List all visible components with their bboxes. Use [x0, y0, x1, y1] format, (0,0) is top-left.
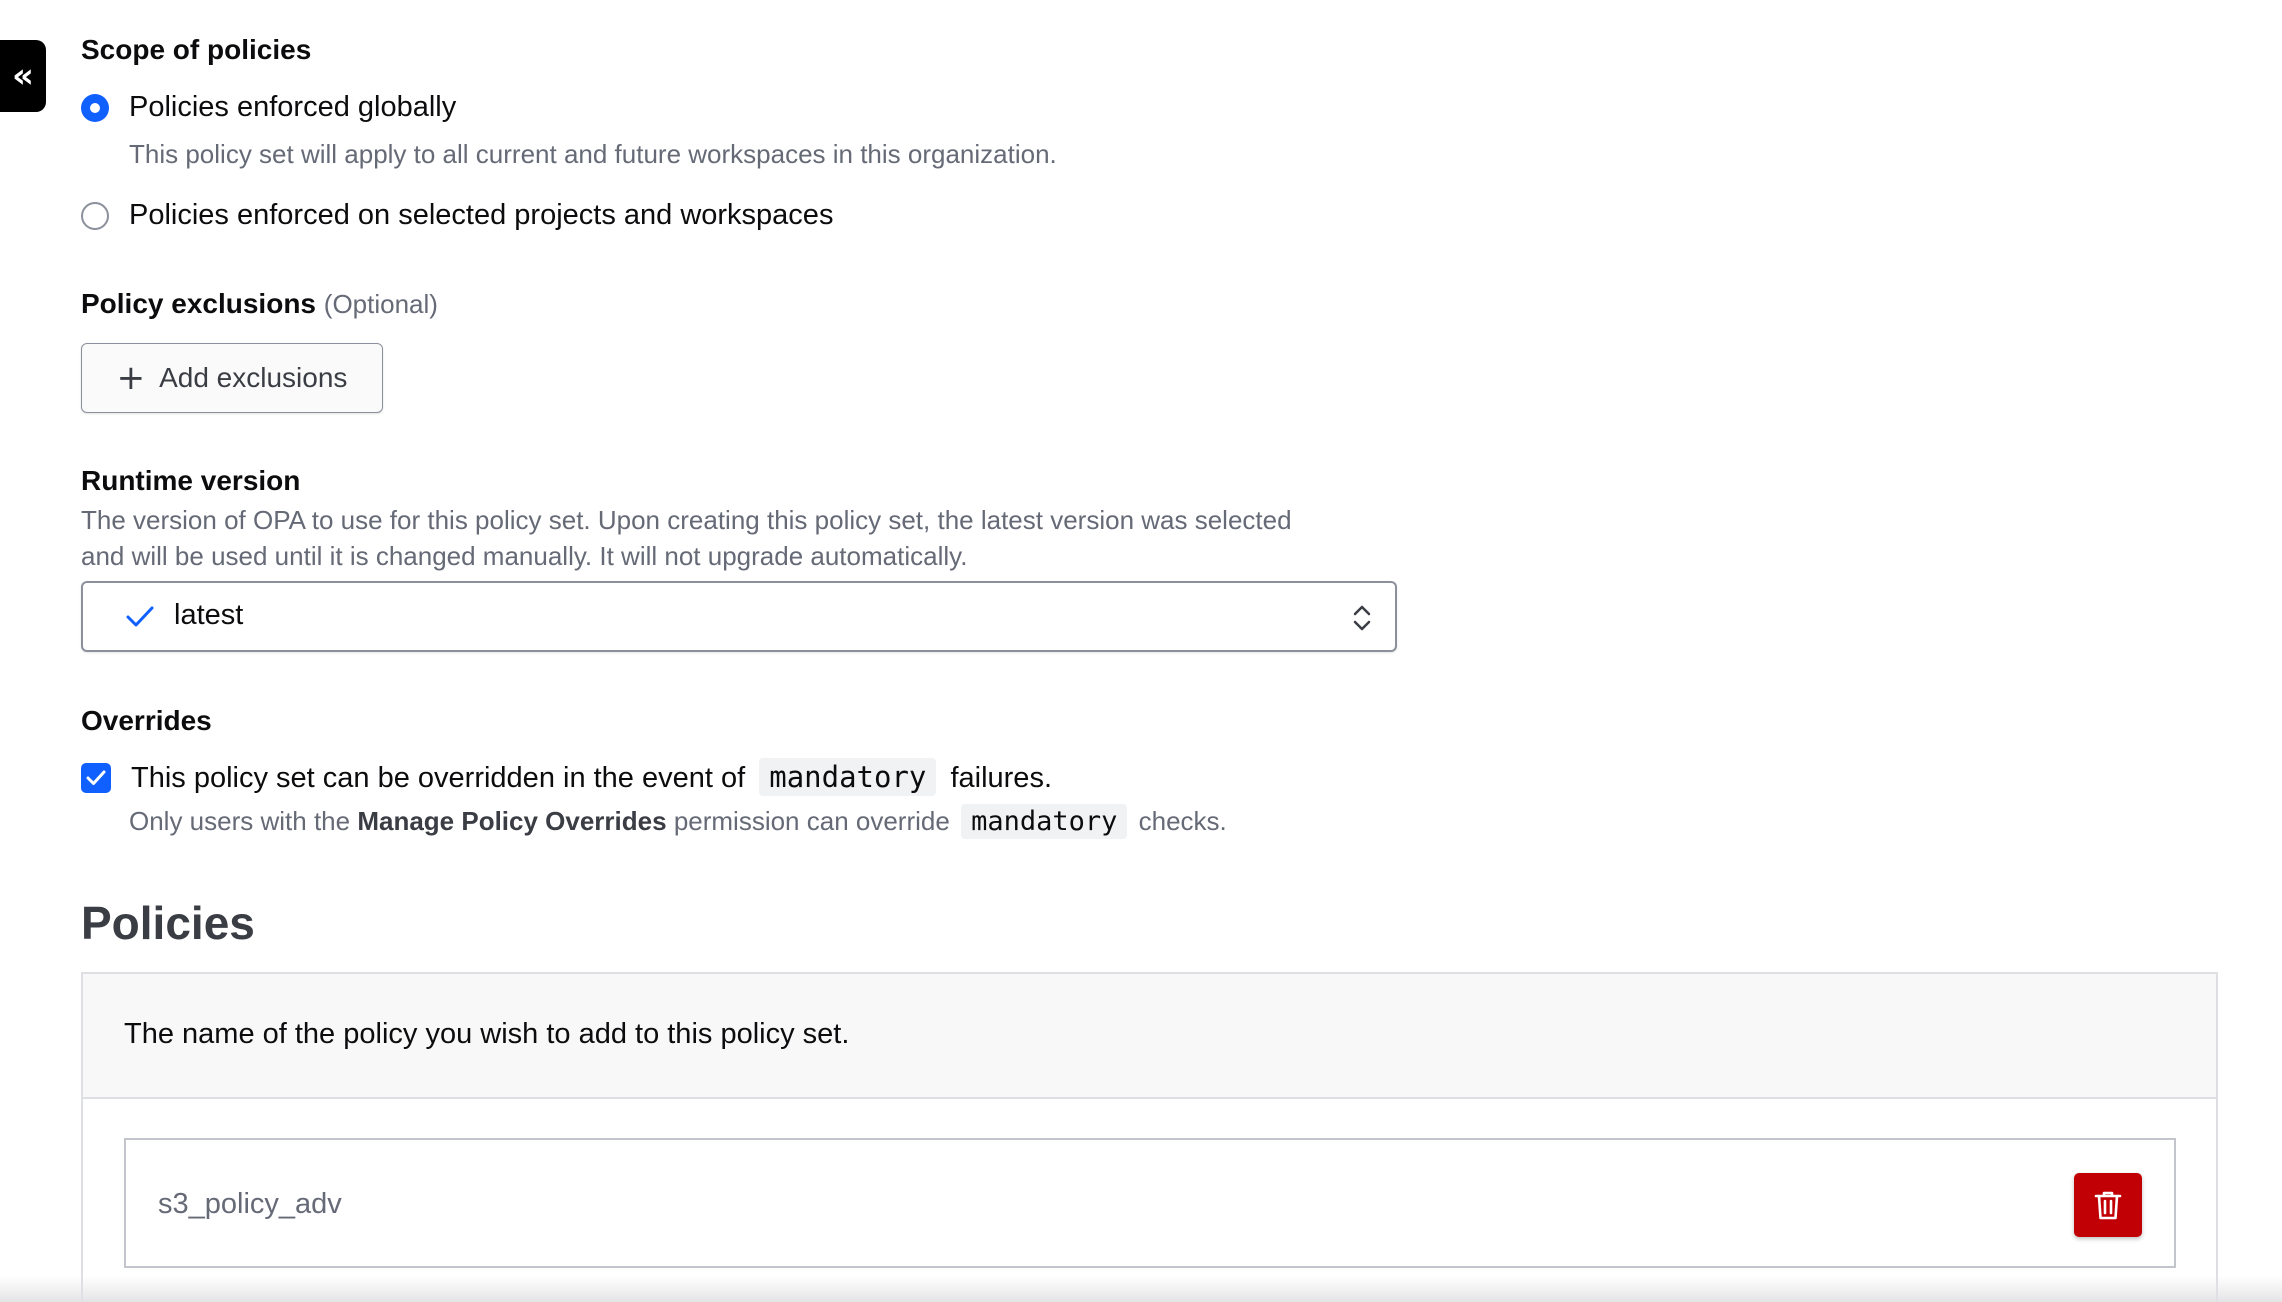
radio-option-selected[interactable]: Policies enforced on selected projects a… [81, 199, 833, 232]
radio-description-global: This policy set will apply to all curren… [129, 139, 1057, 169]
policies-panel-header: The name of the policy you wish to add t… [83, 974, 2216, 1099]
override-text-after: failures. [950, 762, 1052, 794]
policies-panel: The name of the policy you wish to add t… [81, 972, 2218, 1302]
radio-button-selected[interactable] [81, 201, 109, 230]
overrides-label: Overrides [81, 705, 212, 736]
radio-label-selected: Policies enforced on selected projects a… [129, 199, 834, 231]
runtime-version-select[interactable]: latest [81, 581, 1397, 652]
trash-icon [2094, 1191, 2122, 1220]
radio-label-global: Policies enforced globally [129, 91, 457, 123]
override-checkbox-row[interactable]: This policy set can be overridden in the… [81, 758, 1052, 796]
runtime-label: Runtime version [81, 465, 301, 496]
radio-option-global[interactable]: Policies enforced globally [81, 91, 456, 124]
runtime-selected-value: latest [174, 599, 244, 631]
override-helper-after: checks. [1138, 806, 1227, 836]
override-helper-strong: Manage Policy Overrides [357, 806, 667, 836]
check-icon [126, 606, 154, 627]
override-helper-before: Only users with the [129, 806, 351, 836]
bottom-edge-shadow [0, 1276, 2282, 1302]
runtime-description-line1: The version of OPA to use for this polic… [81, 505, 1292, 535]
exclusions-label: Policy exclusions (Optional) [81, 288, 438, 320]
delete-policy-button[interactable] [2074, 1173, 2142, 1237]
policies-heading: Policies [81, 897, 255, 949]
override-checkbox-label: This policy set can be overridden in the… [131, 758, 1052, 796]
radio-button-global[interactable] [81, 93, 109, 122]
add-exclusions-button[interactable]: + Add exclusions [81, 343, 383, 413]
policies-description: The name of the policy you wish to add t… [124, 1018, 850, 1050]
policy-set-settings-page: « Scope of policies Policies enforced gl… [0, 0, 2282, 1302]
optional-tag: (Optional) [323, 289, 438, 319]
override-checkbox[interactable] [81, 762, 111, 793]
add-exclusions-label: Add exclusions [159, 362, 348, 393]
chevron-up-down-icon [1353, 605, 1371, 631]
policy-name: s3_policy_adv [158, 1188, 342, 1220]
policy-item: s3_policy_adv [124, 1138, 2176, 1268]
override-helper-middle: permission can override [673, 806, 950, 836]
override-code: mandatory [759, 758, 937, 796]
sidebar-collapse-button[interactable]: « [0, 40, 46, 112]
runtime-description-line2: and will be used until it is changed man… [81, 541, 968, 571]
exclusions-label-text: Policy exclusions [81, 288, 316, 319]
checkmark-icon [86, 770, 106, 785]
override-helper-code: mandatory [961, 804, 1128, 839]
override-helper: Only users with the Manage Policy Overri… [129, 804, 1227, 839]
plus-icon: + [116, 358, 146, 398]
scope-label: Scope of policies [81, 34, 312, 65]
override-text-before: This policy set can be overridden in the… [131, 762, 746, 794]
double-chevron-left-icon: « [12, 56, 34, 96]
